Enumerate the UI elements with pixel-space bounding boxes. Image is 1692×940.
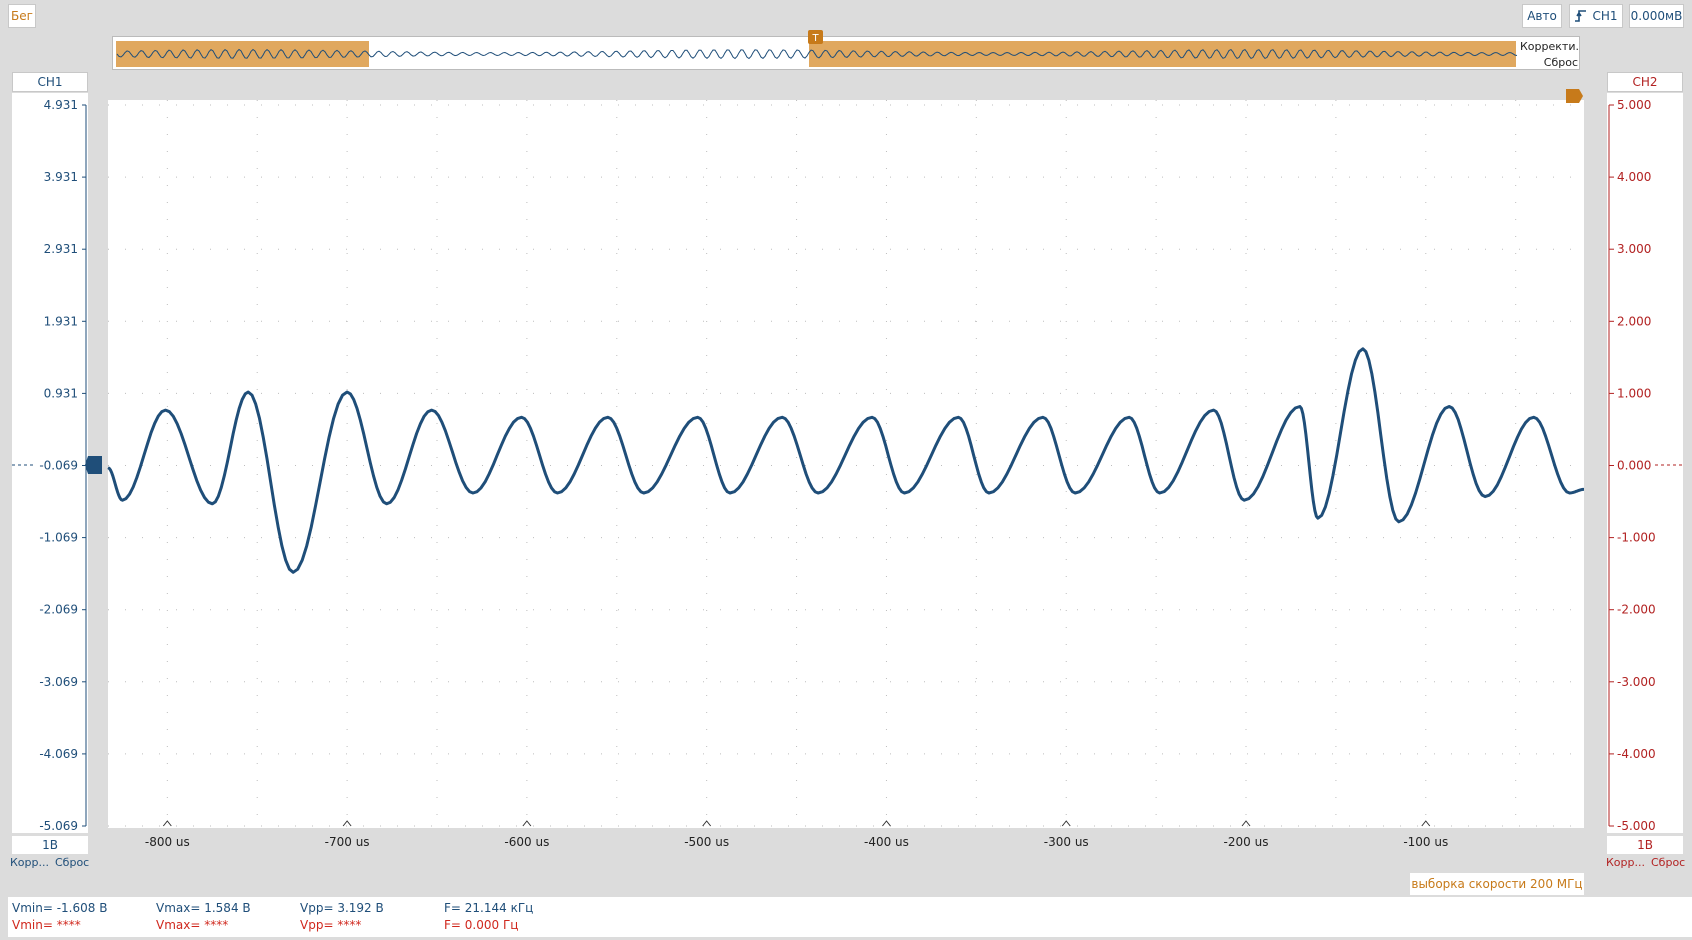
ch1-tick-label: -0.069 [39,459,78,473]
ch2-tick-label: 0.000 [1617,459,1651,473]
ch1-tick-label: 4.931 [44,98,78,112]
ch2-tick-label: 5.000 [1617,98,1651,112]
x-tick-label: -400 us [864,835,909,849]
ch1-tick-label: -1.069 [39,531,78,545]
ch2-correction-controls: Корр... Сброс [1606,856,1686,872]
ch2-reset-button[interactable]: Сброс [1651,856,1685,872]
ch2-tick-label: -4.000 [1617,747,1656,761]
ch1-reset-button[interactable]: Сброс [55,856,89,872]
ch2-vpp: Vpp= **** [300,918,362,932]
plot-area [108,100,1584,828]
ch2-freq: F= 0.000 Гц [444,918,519,932]
ch2-tick-label: 3.000 [1617,242,1651,256]
ch1-vmax: Vmax= 1.584 В [156,901,251,915]
ch2-scale-label: 1В [1637,838,1653,852]
sample-rate-label: выборка скорости 200 МГц [1410,873,1584,895]
x-tick-label: -100 us [1403,835,1448,849]
ch1-correct-button[interactable]: Корр... [10,856,49,872]
ch2-tick-label: 2.000 [1617,314,1651,328]
ch1-tick-label: 3.931 [44,170,78,184]
ch2-vmin: Vmin= **** [12,918,81,932]
x-tick-label: -700 us [325,835,370,849]
ch1-tick-label: 1.931 [44,314,78,328]
ch2-scale[interactable]: 1В [1607,836,1683,854]
ch1-vmin: Vmin= -1.608 В [12,901,108,915]
ch1-tick-label: -3.069 [39,675,78,689]
ch1-vpp: Vpp= 3.192 В [300,901,384,915]
x-tick-label: -800 us [145,835,190,849]
ch2-vmax: Vmax= **** [156,918,229,932]
ch1-tick-label: -4.069 [39,747,78,761]
ch2-tick-label: 4.000 [1617,170,1651,184]
ch2-tick-label: 1.000 [1617,386,1651,400]
ch1-tick-label: -2.069 [39,603,78,617]
ch1-freq: F= 21.144 кГц [444,901,534,915]
x-tick-label: -500 us [684,835,729,849]
ch1-correction-controls: Корр... Сброс [10,856,90,872]
measurements-panel: Vmin= -1.608 В Vmax= 1.584 В Vpp= 3.192 … [8,897,1692,937]
ch2-tick-label: -2.000 [1617,603,1656,617]
ch1-tick-label: 0.931 [44,386,78,400]
x-tick-label: -200 us [1224,835,1269,849]
ch2-tick-label: -1.000 [1617,531,1656,545]
ch1-tick-label: -5.069 [39,819,78,833]
ch2-tick-label: -5.000 [1617,819,1656,833]
x-tick-label: -600 us [504,835,549,849]
ch1-scale[interactable]: 1В [12,836,88,854]
ch2-y-axis: 5.000 4.000 3.000 2.000 1.000 0.000 -1.000 -2.0… [1608,98,1656,833]
x-tick-label: -300 us [1044,835,1089,849]
ch2-correct-button[interactable]: Корр... [1606,856,1645,872]
ch2-tick-label: -3.000 [1617,675,1656,689]
ch1-tick-label: 2.931 [44,242,78,256]
ch1-y-axis: 4.931 3.931 2.931 1.931 0.931 -0.069 -1.069 -2.… [39,98,87,833]
ch1-scale-label: 1В [42,838,58,852]
scope-chart[interactable]: 4.931 3.931 2.931 1.931 0.931 -0.069 -1.069 -2.… [0,0,1692,870]
